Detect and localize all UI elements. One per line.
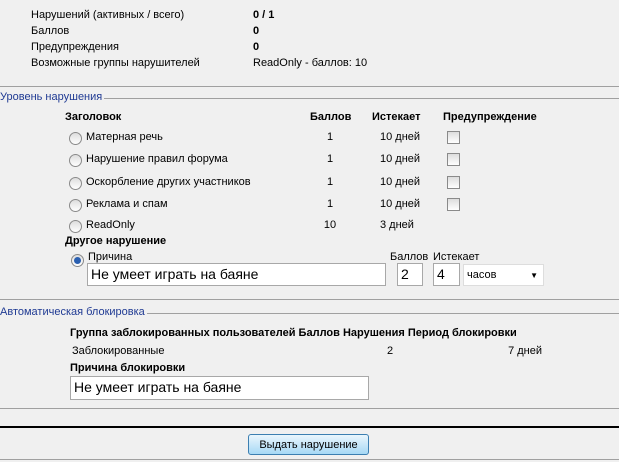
block-reason-input[interactable]: Не умеет играть на баяне [70, 376, 369, 400]
unit-value: часов [467, 269, 497, 281]
warning-checkbox[interactable] [447, 198, 460, 211]
header-expires: Истекает [372, 111, 421, 123]
auto-reason-title: Причина блокировки [70, 362, 186, 374]
violation-label: Реклама и спам [86, 198, 168, 210]
warning-checkbox[interactable] [447, 153, 460, 166]
violation-label: Нарушение правил форума [86, 153, 228, 165]
summary-value: ReadOnly - баллов: 10 [253, 57, 368, 69]
chevron-down-icon: ▼ [530, 271, 538, 280]
summary-label: Нарушений (активных / всего) [31, 9, 185, 21]
summary-value: 0 / 1 [253, 9, 275, 21]
summary-value: 0 [253, 25, 260, 37]
violation-expires: 10 дней [380, 176, 421, 188]
summary-label: Возможные группы нарушителей [31, 57, 200, 69]
violation-label: Оскорбление других участников [86, 176, 251, 188]
violation-points: 1 [326, 176, 334, 188]
reason-input[interactable]: Не умеет играть на баяне [87, 263, 386, 286]
violation-radio[interactable] [69, 154, 82, 167]
violation-expires: 10 дней [380, 153, 421, 165]
violation-points: 1 [326, 198, 334, 210]
auto-headers: Группа заблокированных пользователей Бал… [70, 327, 517, 339]
other-radio[interactable] [71, 254, 84, 267]
violation-radio[interactable] [69, 199, 82, 212]
violation-radio[interactable] [69, 132, 82, 145]
auto-group: Заблокированные [72, 345, 165, 357]
points-label: Баллов [390, 251, 429, 263]
summary-label: Предупреждения [31, 41, 119, 53]
summary-label: Баллов [31, 25, 70, 37]
divider [0, 459, 619, 460]
points-input[interactable]: 2 [397, 263, 423, 286]
divider [0, 86, 619, 87]
violation-points: 10 [323, 219, 337, 231]
submit-button[interactable]: Выдать нарушение [248, 434, 369, 455]
reason-label: Причина [88, 251, 133, 263]
expires-input[interactable]: 4 [433, 263, 460, 286]
divider [0, 408, 619, 409]
violation-label: Матерная речь [86, 131, 163, 143]
warning-checkbox[interactable] [447, 176, 460, 189]
violation-expires: 10 дней [380, 131, 421, 143]
auto-points: 2 [387, 345, 394, 357]
violation-label: ReadOnly [86, 219, 135, 231]
level-legend: Уровень нарушения [0, 91, 105, 103]
auto-legend: Автоматическая блокировка [0, 306, 147, 318]
unit-select[interactable]: часов ▼ [463, 264, 544, 286]
violation-points: 1 [326, 131, 334, 143]
violation-points: 1 [326, 153, 334, 165]
violation-expires: 3 дней [380, 219, 414, 231]
auto-period: 7 дней [508, 345, 542, 357]
header-title: Заголовок [65, 111, 122, 123]
violation-expires: 10 дней [380, 198, 421, 210]
divider [0, 299, 619, 300]
summary-value: 0 [253, 41, 260, 53]
warning-checkbox[interactable] [447, 131, 460, 144]
header-warning: Предупреждение [443, 111, 537, 123]
expires-label: Истекает [433, 251, 480, 263]
violation-radio[interactable] [69, 220, 82, 233]
violation-radio[interactable] [69, 177, 82, 190]
header-points: Баллов [310, 111, 352, 123]
other-title: Другое нарушение [65, 235, 167, 247]
footer-divider [0, 426, 619, 428]
